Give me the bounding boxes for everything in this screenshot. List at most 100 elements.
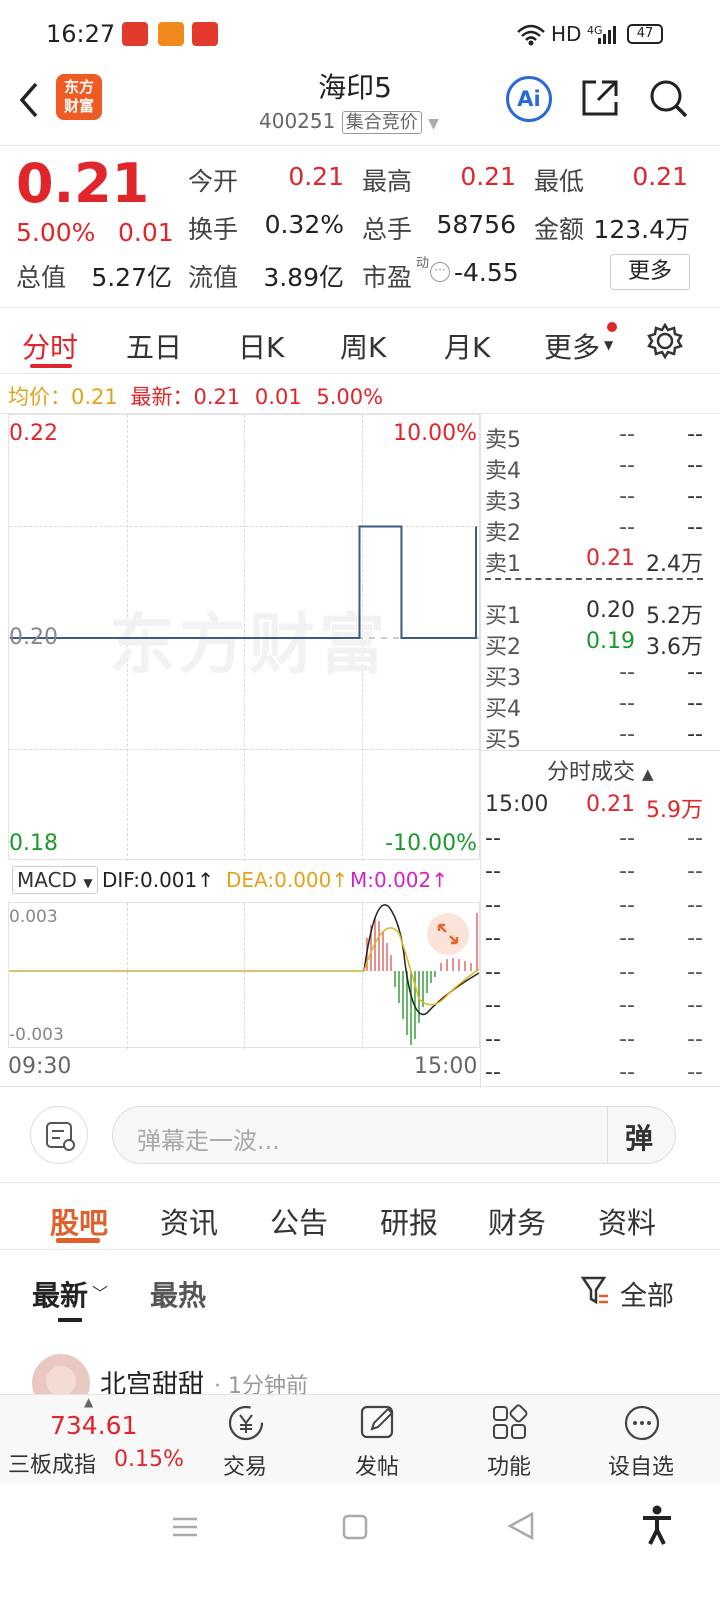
macd-chart[interactable]: 0.003 -0.003 bbox=[8, 902, 480, 1049]
low-value: 0.21 bbox=[632, 162, 688, 191]
trade-volume: -- bbox=[687, 993, 703, 1018]
dropdown-icon: ▼ bbox=[83, 876, 93, 890]
tab-weekly-k[interactable]: 周K bbox=[340, 326, 386, 366]
accessibility-icon[interactable] bbox=[640, 1504, 674, 1548]
price-line bbox=[10, 525, 477, 639]
trade-row: -- -- -- bbox=[481, 1058, 720, 1088]
tab-intraday[interactable]: 分时 bbox=[22, 326, 78, 366]
macd-label: MACD bbox=[17, 868, 77, 892]
trade-time: -- bbox=[485, 959, 501, 985]
sort-indicator bbox=[58, 1318, 82, 1322]
asks-volume: -- bbox=[687, 484, 703, 509]
trade-price: -- bbox=[619, 993, 635, 1018]
danmu-toggle-button[interactable]: 弹 bbox=[625, 1117, 653, 1157]
pe-value: -4.55 bbox=[454, 258, 519, 287]
battery-level: 47 bbox=[636, 26, 654, 41]
home-icon[interactable] bbox=[340, 1512, 370, 1542]
edit-icon[interactable] bbox=[358, 1403, 398, 1443]
latest-label: 最新： bbox=[130, 385, 194, 409]
pct-top-label: 10.00% bbox=[393, 421, 477, 446]
trade-price: -- bbox=[619, 959, 635, 985]
danmu-settings-button[interactable] bbox=[30, 1106, 88, 1164]
grid-icon[interactable] bbox=[490, 1403, 530, 1443]
open-value: 0.21 bbox=[288, 162, 344, 191]
sort-latest[interactable]: 最新 bbox=[32, 1274, 88, 1314]
asks-price: -- bbox=[619, 422, 635, 447]
avg-value: 0.21 bbox=[71, 385, 118, 409]
asks-row[interactable]: 卖2 -- -- bbox=[481, 511, 720, 546]
bids-price: 0.20 bbox=[586, 598, 635, 623]
expand-icon bbox=[437, 923, 459, 945]
asks-row[interactable]: 卖1 0.21 2.4万 bbox=[481, 542, 720, 577]
tab-finance[interactable]: 财务 bbox=[488, 1200, 546, 1242]
tab-daily-k[interactable]: 日K bbox=[238, 326, 284, 366]
macd-selector[interactable]: MACD ▼ bbox=[12, 866, 98, 894]
trades-title[interactable]: 分时成交 ▲ bbox=[547, 754, 654, 786]
intraday-chart[interactable]: 东方财富 0.22 0.20 0.18 10.00% -10.00% bbox=[8, 414, 480, 861]
avg-label: 均价： bbox=[8, 385, 71, 409]
trade-volume: -- bbox=[687, 892, 703, 918]
tab-five-day[interactable]: 五日 bbox=[126, 326, 182, 366]
filter-icon[interactable] bbox=[580, 1274, 610, 1308]
clock: 16:27 bbox=[46, 20, 116, 48]
tab-announcements[interactable]: 公告 bbox=[270, 1200, 328, 1242]
tab-guba[interactable]: 股吧 bbox=[50, 1200, 108, 1242]
danmu-input[interactable]: 弹幕走一波... 弹 bbox=[112, 1106, 676, 1164]
macd-svg bbox=[9, 904, 479, 1045]
tab-news[interactable]: 资讯 bbox=[160, 1200, 218, 1242]
back-nav-icon[interactable] bbox=[506, 1510, 536, 1542]
trade-time: -- bbox=[485, 993, 501, 1018]
volume-label: 总手 bbox=[362, 215, 413, 244]
logo-text: 东方 bbox=[63, 78, 94, 96]
yen-icon[interactable] bbox=[226, 1403, 266, 1443]
tab-profile[interactable]: 资料 bbox=[598, 1200, 656, 1242]
macd-m: M:0.002↑ bbox=[350, 868, 449, 892]
ai-button[interactable]: Ai bbox=[506, 76, 552, 122]
chevron-down-icon: ﹀ bbox=[92, 1284, 109, 1303]
auction-tag: 集合竞价 bbox=[341, 111, 422, 134]
last-price: 0.21 bbox=[16, 152, 150, 215]
tab-research[interactable]: 研报 bbox=[380, 1200, 438, 1242]
function-button[interactable]: 功能 bbox=[464, 1449, 554, 1481]
search-icon[interactable] bbox=[648, 78, 690, 120]
stock-code: 400251 集合竞价 ▼ bbox=[259, 108, 439, 134]
add-watchlist-button[interactable]: 设自选 bbox=[596, 1449, 686, 1481]
trade-time: -- bbox=[485, 1060, 501, 1085]
trade-button[interactable]: 交易 bbox=[200, 1449, 290, 1481]
dropdown-icon[interactable]: ▼ bbox=[428, 116, 439, 132]
volume-value: 58756 bbox=[436, 210, 516, 239]
app-notification-icon bbox=[192, 22, 218, 46]
trade-price: -- bbox=[619, 825, 635, 851]
more-dots-icon[interactable] bbox=[622, 1403, 662, 1443]
tab-more[interactable]: 更多 bbox=[544, 326, 600, 366]
trade-row: -- -- -- bbox=[481, 891, 720, 921]
settings-icon[interactable] bbox=[646, 322, 684, 360]
spread-divider bbox=[485, 578, 703, 580]
pe-label: 市盈 bbox=[362, 263, 413, 292]
asks-row[interactable]: 卖5 -- -- bbox=[481, 418, 720, 453]
asks-price: -- bbox=[619, 453, 635, 478]
post-button[interactable]: 发帖 bbox=[332, 1449, 422, 1481]
index-value[interactable]: 734.61 bbox=[50, 1411, 137, 1440]
more-button[interactable]: 更多 bbox=[610, 254, 690, 290]
bids-row[interactable]: 买4 -- -- bbox=[481, 687, 720, 722]
back-icon[interactable] bbox=[14, 80, 44, 120]
trades-title-text: 分时成交 bbox=[547, 760, 636, 785]
menu-icon[interactable] bbox=[170, 1512, 200, 1542]
chart-tabs: 分时 五日 日K 周K 月K 更多 ▼ bbox=[0, 308, 720, 374]
sort-hot[interactable]: 最热 bbox=[150, 1274, 206, 1314]
index-name[interactable]: 三板成指 bbox=[8, 1447, 96, 1479]
expand-button[interactable] bbox=[427, 913, 469, 955]
bids-row[interactable]: 买5 -- -- bbox=[481, 718, 720, 753]
bids-row[interactable]: 买2 0.19 3.6万 bbox=[481, 625, 720, 660]
bids-row[interactable]: 买1 0.20 5.2万 bbox=[481, 594, 720, 629]
filter-all[interactable]: 全部 bbox=[620, 1274, 674, 1313]
bids-row[interactable]: 买3 -- -- bbox=[481, 656, 720, 691]
asks-row[interactable]: 卖4 -- -- bbox=[481, 449, 720, 484]
info-icon[interactable]: ··· bbox=[430, 262, 450, 282]
tab-monthly-k[interactable]: 月K bbox=[444, 326, 490, 366]
share-icon[interactable] bbox=[580, 78, 620, 118]
asks-row[interactable]: 卖3 -- -- bbox=[481, 480, 720, 515]
trade-row: -- -- -- bbox=[481, 824, 720, 854]
trade-row: -- -- -- bbox=[481, 924, 720, 954]
